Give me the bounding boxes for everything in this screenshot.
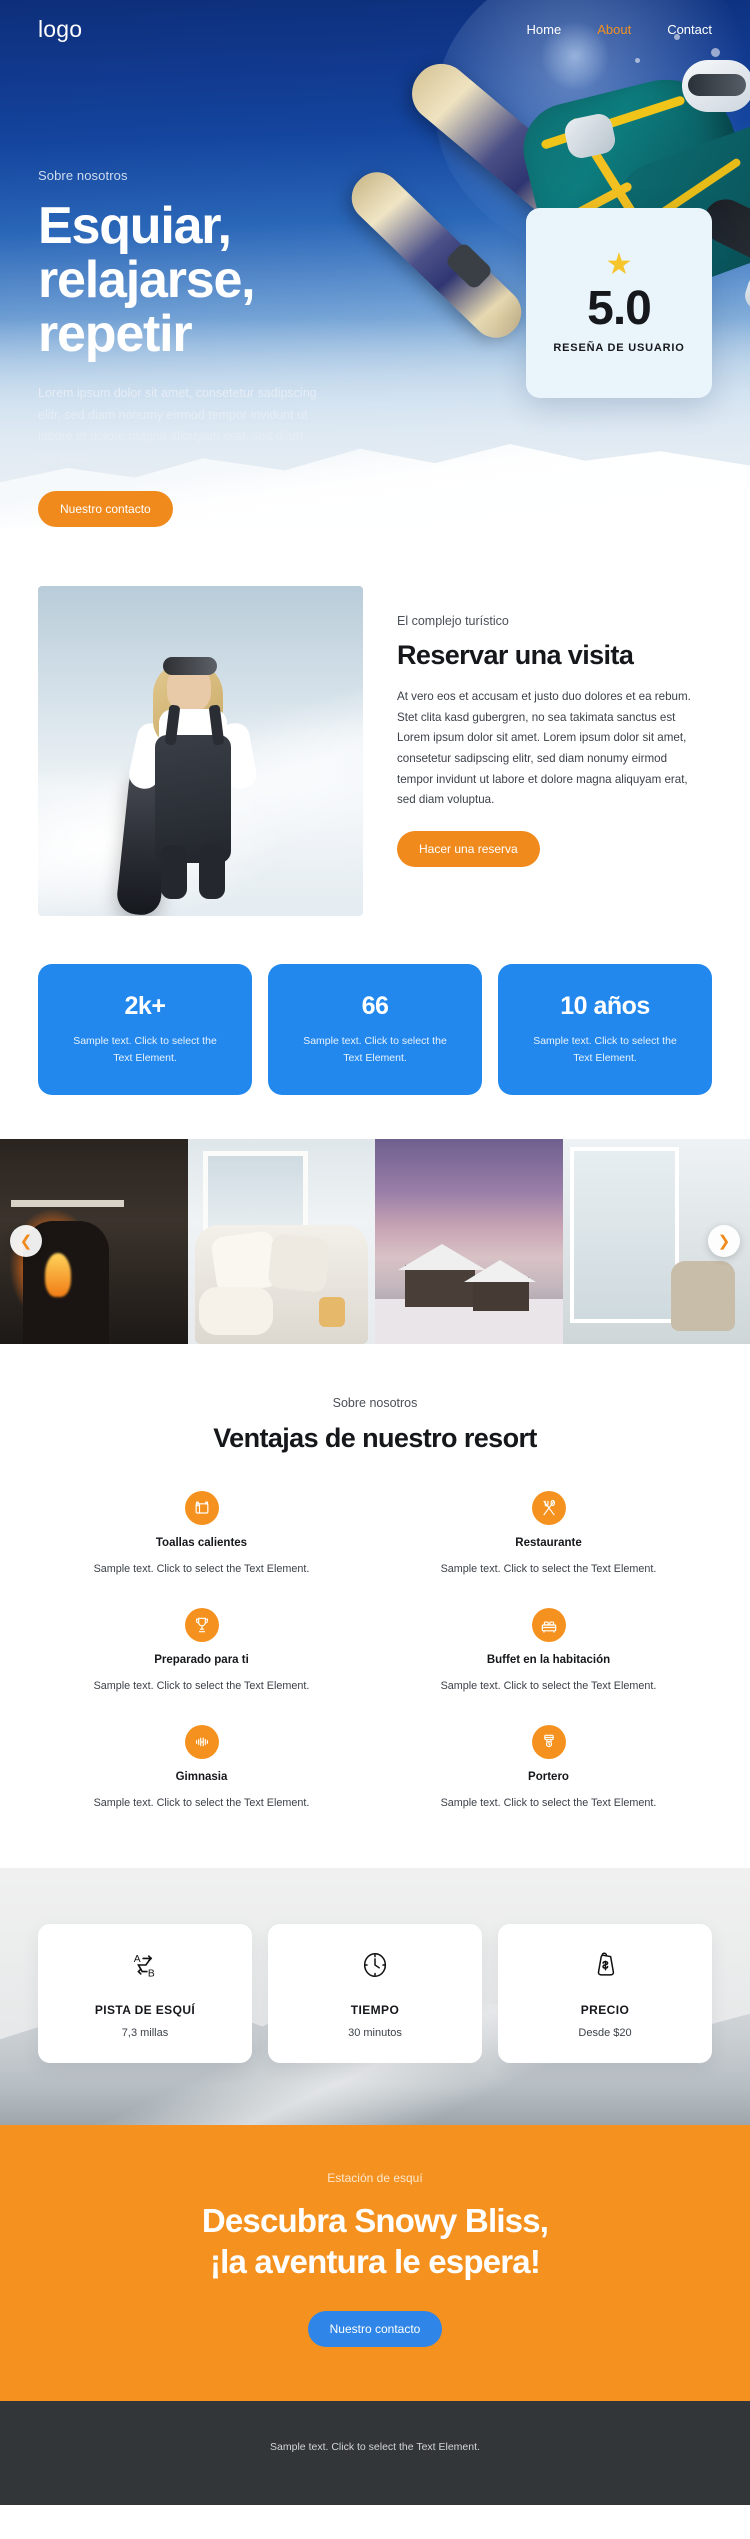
feature-text: Sample text. Click to select the Text El… (93, 1562, 310, 1575)
feature-text: Sample text. Click to select the Text El… (440, 1562, 657, 1575)
info-card-ski-run: A B PISTA DE ESQUÍ 7,3 millas (38, 1924, 252, 2064)
booking-paragraph: At vero eos et accusam et justo duo dolo… (397, 690, 691, 807)
info-card-value: 7,3 millas (121, 2027, 169, 2040)
stat-number: 66 (361, 992, 389, 1020)
cta-section: Estación de esquí Descubra Snowy Bliss, … (0, 2125, 750, 2402)
bellhop-icon (531, 1725, 566, 1760)
photo-person (115, 639, 269, 916)
main-navigation: logo Home About Contact (38, 0, 712, 54)
footer-text: Sample text. Click to select the Text El… (270, 2441, 480, 2454)
bed-icon (531, 1607, 566, 1642)
info-card-title: PISTA DE ESQUÍ (94, 2003, 196, 2018)
stats-section: 2k+ Sample text. Click to select the Tex… (0, 916, 750, 1095)
stat-number: 10 años (560, 992, 650, 1020)
gallery-image-lodges[interactable] (375, 1138, 563, 1344)
feature-title: Gimnasia (175, 1771, 228, 1784)
hero-copy: Sobre nosotros Esquiar, relajarse, repet… (38, 168, 368, 528)
hero-paragraph: Lorem ipsum dolor sit amet, consetetur s… (38, 386, 317, 465)
hero-contact-button[interactable]: Nuestro contacto (38, 491, 173, 528)
info-cards-section: A B PISTA DE ESQUÍ 7,3 millas TIEMPO 30 … (0, 1868, 750, 2126)
feature-item: Toallas calientes Sample text. Click to … (38, 1490, 365, 1578)
cta-contact-button[interactable]: Nuestro contacto (307, 2311, 443, 2348)
price-tag-icon (597, 1952, 615, 1976)
photo-overalls (155, 734, 231, 863)
gallery-image-livingroom[interactable] (187, 1138, 375, 1344)
cta-title: Descubra Snowy Bliss, ¡la aventura le es… (38, 2201, 712, 2283)
cta-title-line-2: ¡la aventura le espera! (209, 2243, 541, 2281)
image-carousel[interactable]: ❮ ❯ (0, 1138, 750, 1344)
rating-value: 5.0 (587, 282, 652, 336)
cutlery-icon (531, 1490, 566, 1525)
feature-item: Buffet en la habitación Sample text. Cli… (385, 1607, 712, 1695)
photo-leg (199, 844, 225, 899)
info-card-time: TIEMPO 30 minutos (268, 1924, 482, 2064)
feature-text: Sample text. Click to select the Text El… (93, 1797, 310, 1810)
nav-item-contact[interactable]: Contact (667, 22, 712, 37)
feature-text: Sample text. Click to select the Text El… (93, 1679, 310, 1692)
stat-number: 2k+ (124, 992, 166, 1020)
rating-label: RESEÑA DE USUARIO (553, 341, 685, 354)
feature-title: Preparado para ti (154, 1653, 249, 1666)
nav-links: Home About Contact (527, 22, 712, 37)
photo-goggles (163, 656, 217, 675)
feature-item: Preparado para ti Sample text. Click to … (38, 1607, 365, 1695)
advantages-title: Ventajas de nuestro resort (213, 1422, 537, 1453)
trophy-icon (184, 1607, 219, 1642)
stat-card: 66 Sample text. Click to select the Text… (268, 964, 482, 1095)
feature-item: Restaurante Sample text. Click to select… (385, 1490, 712, 1578)
feature-title: Portero (528, 1771, 569, 1784)
feature-title: Restaurante (515, 1536, 582, 1549)
booking-kicker: El complejo turístico (397, 614, 509, 628)
stat-text: Sample text. Click to select the Text El… (533, 1035, 677, 1064)
stat-card: 10 años Sample text. Click to select the… (498, 964, 712, 1095)
route-a-to-b-icon: A B (134, 1955, 155, 1980)
chevron-right-icon[interactable]: ❯ (708, 1225, 740, 1258)
info-card-title: TIEMPO (350, 2003, 400, 2018)
svg-text:B: B (148, 1969, 155, 1980)
chevron-left-icon[interactable]: ❮ (10, 1225, 42, 1258)
hero-eyebrow: Sobre nosotros (38, 168, 128, 183)
star-icon: ★ (605, 248, 633, 282)
landing-page: logo Home About Contact Sobre nosotros E… (0, 0, 750, 2506)
hero-title: Esquiar, relajarse, repetir (38, 197, 256, 364)
info-card-title: PRECIO (580, 2003, 630, 2018)
cta-kicker: Estación de esquí (327, 2171, 423, 2186)
nav-item-about[interactable]: About (597, 22, 631, 37)
features-grid: Toallas calientes Sample text. Click to … (38, 1490, 712, 1813)
feature-text: Sample text. Click to select the Text El… (440, 1679, 657, 1692)
cta-title-line-1: Descubra Snowy Bliss, (201, 2202, 549, 2240)
advantages-kicker: Sobre nosotros (332, 1395, 418, 1410)
feature-text: Sample text. Click to select the Text El… (440, 1797, 657, 1810)
booking-section: El complejo turístico Reservar una visit… (0, 528, 750, 916)
info-card-value: Desde $20 (578, 2027, 632, 2040)
booking-copy: El complejo turístico Reservar una visit… (397, 586, 712, 867)
stat-text: Sample text. Click to select the Text El… (73, 1035, 217, 1064)
towel-icon (184, 1490, 219, 1525)
svg-text:A: A (134, 1955, 141, 1966)
make-reservation-button[interactable]: Hacer una reserva (397, 830, 540, 867)
feature-item: Portero Sample text. Click to select the… (385, 1725, 712, 1812)
feature-title: Toallas calientes (155, 1536, 248, 1549)
snowboarder-photo (38, 586, 363, 916)
feature-item: Gimnasia Sample text. Click to select th… (38, 1725, 365, 1812)
nav-item-home[interactable]: Home (527, 22, 562, 37)
photo-leg (161, 844, 187, 899)
stat-text: Sample text. Click to select the Text El… (303, 1035, 447, 1064)
site-footer: Sample text. Click to select the Text El… (0, 2401, 750, 2506)
booking-title: Reservar una visita (397, 640, 634, 670)
advantages-section: Sobre nosotros Ventajas de nuestro resor… (0, 1344, 750, 1869)
user-review-card: ★ 5.0 RESEÑA DE USUARIO (526, 208, 712, 398)
feature-title: Buffet en la habitación (486, 1653, 611, 1666)
clock-icon (363, 1953, 387, 1978)
dumbbell-icon (184, 1725, 219, 1760)
site-logo[interactable]: logo (38, 16, 82, 43)
stat-card: 2k+ Sample text. Click to select the Tex… (38, 964, 252, 1095)
info-card-price: PRECIO Desde $20 (498, 1924, 712, 2064)
info-card-value: 30 minutos (348, 2027, 402, 2040)
hero-section: logo Home About Contact Sobre nosotros E… (0, 0, 750, 528)
